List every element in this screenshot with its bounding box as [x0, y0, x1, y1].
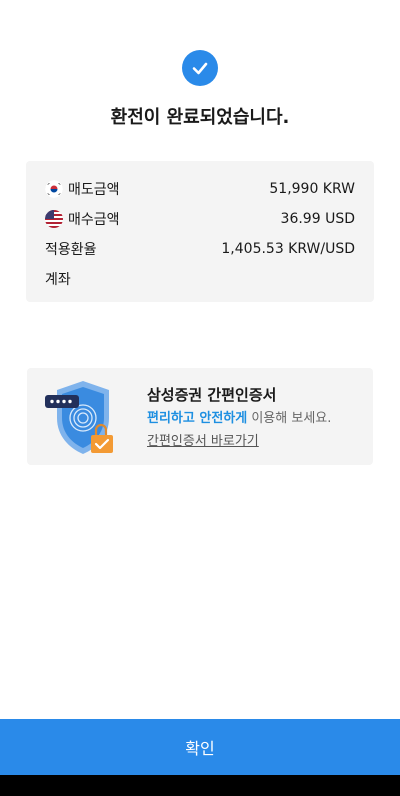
- system-navigation-bar: [0, 775, 400, 796]
- promo-highlight-text: 편리하고 안전하게: [147, 411, 248, 426]
- sell-amount-value: 51,990 KRW: [269, 181, 355, 197]
- exchange-summary-card: 매도금액 51,990 KRW 매수금액 36.99 USD 적용환율 1,40: [26, 161, 374, 302]
- simple-certificate-banner[interactable]: 삼성증권 간편인증서 편리하고 안전하게 이용해 보세요. 간편인증서 바로가기: [27, 368, 373, 465]
- shield-lock-icon: [43, 378, 143, 460]
- page-title: 환전이 완료되었습니다.: [110, 107, 290, 128]
- exchange-rate-value: 1,405.53 KRW/USD: [221, 241, 355, 257]
- sell-amount-label: 매도금액: [68, 182, 120, 198]
- promo-title: 삼성증권 간편인증서: [147, 386, 277, 404]
- promo-description: 편리하고 안전하게 이용해 보세요.: [147, 407, 331, 426]
- account-row: 계좌: [45, 268, 355, 290]
- confirm-button[interactable]: 확인: [0, 719, 400, 775]
- account-label: 계좌: [45, 272, 71, 288]
- buy-amount-row: 매수금액 36.99 USD: [45, 208, 355, 230]
- sell-amount-row: 매도금액 51,990 KRW: [45, 178, 355, 200]
- promo-rest-text: 이용해 보세요.: [247, 411, 332, 426]
- exchange-rate-label: 적용환율: [45, 242, 97, 258]
- exchange-rate-row: 적용환율 1,405.53 KRW/USD: [45, 238, 355, 260]
- buy-amount-value: 36.99 USD: [280, 211, 355, 227]
- certificate-link[interactable]: 간편인증서 바로가기: [147, 430, 259, 449]
- success-check-icon: [182, 50, 218, 86]
- us-flag-icon: [45, 210, 63, 228]
- korea-flag-icon: [45, 180, 63, 198]
- buy-amount-label: 매수금액: [68, 212, 120, 228]
